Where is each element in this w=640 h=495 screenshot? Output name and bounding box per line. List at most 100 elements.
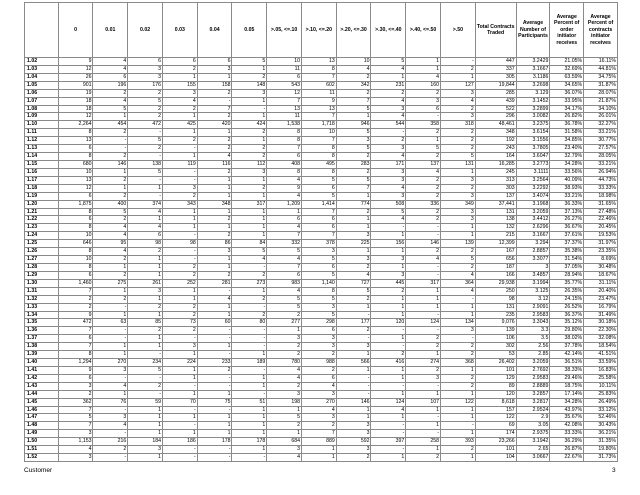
table-cell: 32.27% bbox=[583, 120, 618, 130]
row-key-cell: 1.31 bbox=[24, 286, 59, 296]
table-cell: - bbox=[231, 262, 268, 272]
table-cell: 7 bbox=[335, 96, 372, 106]
table-cell: 302 bbox=[474, 342, 517, 352]
row-key-cell: 1.44 bbox=[24, 389, 59, 399]
column-header: >.50 bbox=[439, 2, 476, 58]
table-cell: 1 bbox=[335, 191, 372, 201]
table-cell: 2 bbox=[439, 136, 476, 146]
row-key-cell: 1.36 bbox=[24, 326, 59, 336]
footer-label: Customer bbox=[24, 467, 53, 474]
table-cell: - bbox=[196, 373, 233, 383]
table-cell: - bbox=[196, 326, 233, 336]
table-cell: 2 bbox=[92, 152, 129, 161]
table-cell: 424 bbox=[231, 120, 268, 130]
table-cell: 3 bbox=[515, 262, 551, 272]
table-cell: 1 bbox=[439, 72, 476, 82]
table-cell: 6 bbox=[161, 57, 198, 66]
table-cell: 6 bbox=[57, 215, 94, 225]
table-cell: 4 bbox=[92, 381, 129, 391]
table-cell: 508 bbox=[370, 199, 407, 209]
table-row: 1.30 1,460 275 261 252 281 273 983 1,140 727 445 31… bbox=[24, 278, 618, 288]
table-cell: 6 bbox=[57, 270, 94, 280]
table-cell: 362 bbox=[57, 397, 94, 407]
table-row: 1.45 362 76 59 70 75 51 198 270 146 124 107 122 8,618… bbox=[24, 397, 618, 407]
table-cell: 216 bbox=[92, 437, 129, 447]
table-cell: 1 bbox=[196, 421, 233, 431]
table-cell: 9 bbox=[57, 365, 94, 375]
table-cell: 26.82% bbox=[549, 112, 585, 122]
table-cell: 1 bbox=[231, 381, 268, 391]
table-cell: 2.85 bbox=[515, 350, 551, 360]
table-cell: 2 bbox=[405, 88, 441, 98]
table-cell: 680 bbox=[57, 159, 94, 169]
table-cell: 5 bbox=[127, 365, 163, 375]
table-cell: - bbox=[196, 405, 233, 415]
table-cell: 296 bbox=[474, 112, 517, 122]
table-cell: 59 bbox=[127, 397, 163, 407]
table-cell: 20.45% bbox=[583, 223, 618, 233]
table-cell: 3.1111 bbox=[515, 167, 551, 177]
table-cell: 1 bbox=[335, 223, 372, 233]
table-cell: 3 bbox=[405, 96, 441, 106]
table-cell: 8 bbox=[266, 167, 302, 177]
table-cell: 5 bbox=[127, 96, 163, 106]
table-cell: 34.28% bbox=[549, 397, 585, 407]
table-cell: 21.87% bbox=[583, 96, 618, 106]
table-cell: 2 bbox=[335, 207, 372, 217]
table-cell: 37.37% bbox=[549, 239, 585, 249]
table-cell: 3 bbox=[335, 421, 372, 431]
table-cell: 3 bbox=[161, 183, 198, 193]
table-cell: 11 bbox=[266, 64, 302, 74]
table-cell: 6 bbox=[266, 152, 302, 161]
table-cell: 3.1186 bbox=[515, 72, 551, 82]
table-cell: 3.1968 bbox=[515, 199, 551, 209]
table-cell: 1 bbox=[127, 215, 163, 225]
table-cell: 495 bbox=[300, 159, 337, 169]
row-key-cell: 1.40 bbox=[24, 358, 59, 367]
table-cell: 1 bbox=[161, 152, 198, 161]
row-key-cell: 1.17 bbox=[24, 175, 59, 185]
table-row: 1.35 472 63 85 73 60 80 277 298 177 120 124 134 9,076… bbox=[24, 318, 618, 328]
table-cell: 7 bbox=[300, 112, 337, 122]
table-cell: 408 bbox=[266, 159, 302, 169]
table-cell: 337 bbox=[474, 64, 517, 74]
table-cell: 3 bbox=[370, 270, 407, 280]
table-cell: 889 bbox=[300, 437, 337, 447]
table-cell: - bbox=[370, 326, 407, 336]
column-header: Average Percent of contracts initiator r… bbox=[583, 2, 618, 58]
table-cell: 12 bbox=[57, 64, 94, 74]
table-cell: 38.33% bbox=[549, 365, 585, 375]
table-cell: - bbox=[161, 453, 198, 463]
table-cell: 32.69% bbox=[549, 64, 585, 74]
table-cell: 36.33% bbox=[549, 199, 585, 209]
table-row: 1.31 7 1 3 1-1 4 8 5 2 1 4 250 3.125 26.35% 20.40% bbox=[24, 286, 618, 296]
table-cell: 2 bbox=[127, 247, 163, 257]
table-cell: 36.37% bbox=[549, 310, 585, 320]
table-cell: 4 bbox=[266, 286, 302, 296]
row-key-cell: 1.06 bbox=[24, 88, 59, 98]
table-row: 1.44 2 1-1 1-3 3-1 1 1 120 3.2857 17.14% 25.83% bbox=[24, 389, 618, 399]
table-cell: - bbox=[127, 373, 163, 383]
table-cell: 1 bbox=[127, 405, 163, 415]
table-cell: 122 bbox=[439, 397, 476, 407]
table-cell: 33.21% bbox=[549, 191, 585, 201]
table-cell: - bbox=[161, 405, 198, 415]
table-cell: 235 bbox=[474, 310, 517, 320]
table-cell: 544 bbox=[370, 120, 407, 130]
table-cell: 60 bbox=[196, 318, 233, 328]
table-cell: 44.81% bbox=[583, 64, 618, 74]
table-cell: 2 bbox=[405, 207, 441, 217]
table-cell: - bbox=[370, 223, 407, 233]
table-cell: 3 bbox=[335, 231, 372, 241]
table-cell: 3.3077 bbox=[515, 255, 551, 264]
table-cell: 2 bbox=[405, 191, 441, 201]
table-cell: 3.0082 bbox=[515, 112, 551, 122]
table-cell: 1,140 bbox=[300, 278, 337, 288]
table-cell: 36.67% bbox=[549, 223, 585, 233]
table-cell: 2.65 bbox=[515, 445, 551, 455]
table-cell: 7 bbox=[266, 231, 302, 241]
table-cell: 3.2564 bbox=[515, 175, 551, 185]
table-cell: 1 bbox=[127, 342, 163, 352]
table-cell: - bbox=[92, 429, 129, 439]
table-cell: 1 bbox=[370, 334, 407, 344]
